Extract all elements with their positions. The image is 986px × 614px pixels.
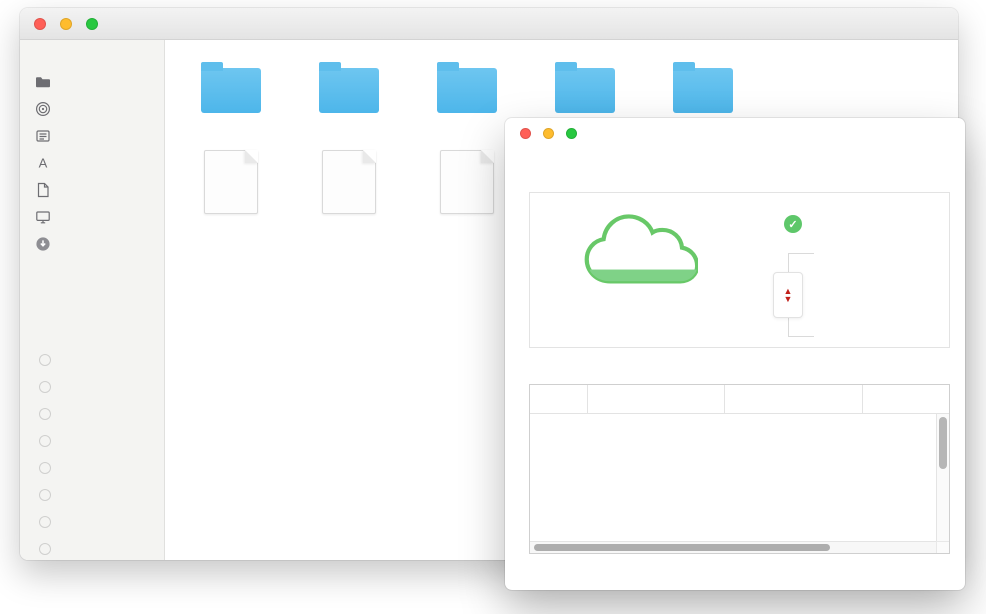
- overview-panel: ✓ ▲ ▼: [529, 192, 950, 348]
- activity-table-header: [530, 385, 949, 414]
- document-item[interactable]: [290, 148, 408, 223]
- folder-row: [166, 41, 958, 122]
- recents-icon: [34, 128, 52, 144]
- window-controls: [520, 128, 577, 139]
- document-decoration: [356, 170, 371, 192]
- folder-item[interactable]: [408, 57, 526, 122]
- sidebar-tag-item[interactable]: [20, 373, 164, 400]
- cloud-quota-icon: [580, 207, 698, 295]
- folder-icon: [555, 68, 615, 113]
- sidebar-section-shared: [20, 298, 164, 312]
- sidebar-tag-item[interactable]: [20, 481, 164, 508]
- svg-text:A: A: [39, 155, 48, 170]
- tag-color-dot: [39, 408, 51, 420]
- folder-item[interactable]: [526, 57, 644, 122]
- tag-color-dot: [39, 516, 51, 528]
- sidebar-item-downloads[interactable]: [20, 230, 164, 257]
- column-header-name: [724, 385, 862, 413]
- close-button[interactable]: [520, 128, 531, 139]
- column-header-action: [587, 385, 724, 413]
- sidebar-section-devices: [20, 269, 164, 283]
- sidebar-tag-item[interactable]: [20, 454, 164, 481]
- column-header-date: [862, 385, 949, 413]
- document-item[interactable]: [172, 148, 290, 223]
- folder-icon: [201, 68, 261, 113]
- finder-sidebar: A: [20, 40, 165, 560]
- vertical-scrollbar-thumb[interactable]: [939, 417, 947, 469]
- app-badge: [208, 169, 235, 193]
- airdrop-icon: [34, 101, 52, 117]
- app-badge: [326, 169, 353, 193]
- sidebar-tag-item[interactable]: [20, 508, 164, 535]
- check-icon: ✓: [784, 215, 802, 233]
- applications-icon: A: [34, 155, 52, 171]
- activity-table: [529, 384, 950, 554]
- folder-icon: [319, 68, 379, 113]
- folder-icon: [673, 68, 733, 113]
- tag-color-dot: [39, 462, 51, 474]
- documents-icon: [34, 182, 52, 198]
- device-sync-icon: ▲ ▼: [773, 272, 803, 318]
- sidebar-tag-item[interactable]: [20, 346, 164, 373]
- app-badge: [444, 169, 471, 193]
- zoom-button[interactable]: [566, 128, 577, 139]
- zoom-button[interactable]: [86, 18, 98, 30]
- minimize-button[interactable]: [60, 18, 72, 30]
- sidebar-tag-item[interactable]: [20, 400, 164, 427]
- document-icon: [204, 150, 258, 214]
- horizontal-scrollbar-thumb[interactable]: [534, 544, 830, 551]
- sidebar-section-tags: [20, 327, 164, 341]
- document-icon: [322, 150, 376, 214]
- tag-color-dot: [39, 354, 51, 366]
- sidebar-item-airdrop[interactable]: [20, 95, 164, 122]
- sidebar-item-documents[interactable]: [20, 176, 164, 203]
- sidebar-item-vboxx-sync[interactable]: [20, 68, 164, 95]
- sidebar-tag-item[interactable]: [20, 427, 164, 454]
- tag-list: [20, 346, 164, 560]
- folder-item[interactable]: [172, 57, 290, 122]
- document-decoration: [238, 170, 253, 192]
- device-connector: ▲ ▼: [788, 253, 814, 337]
- close-button[interactable]: [34, 18, 46, 30]
- desktop-icon: [34, 209, 52, 225]
- vboxx-sync-window: ✓ ▲ ▼: [505, 118, 965, 590]
- downloads-icon: [34, 236, 52, 252]
- minimize-button[interactable]: [543, 128, 554, 139]
- finder-titlebar[interactable]: [20, 8, 958, 40]
- document-icon: [440, 150, 494, 214]
- arrow-down-icon: ▼: [784, 295, 793, 303]
- tag-color-dot: [39, 489, 51, 501]
- folder-item[interactable]: [290, 57, 408, 122]
- scrollbar-corner: [936, 541, 949, 553]
- sidebar-item-applications[interactable]: A: [20, 149, 164, 176]
- vertical-scrollbar[interactable]: [936, 414, 949, 541]
- space-quota-block: [530, 193, 748, 347]
- folder-item[interactable]: [644, 57, 762, 122]
- window-controls: [34, 18, 98, 30]
- tag-color-dot: [39, 543, 51, 555]
- column-header-status: [530, 385, 587, 413]
- document-decoration: [474, 170, 489, 192]
- device-status-block: ✓ ▲ ▼: [748, 193, 820, 347]
- folder-icon: [437, 68, 497, 113]
- tag-color-dot: [39, 381, 51, 393]
- sidebar-tag-item[interactable]: [20, 535, 164, 560]
- tag-color-dot: [39, 435, 51, 447]
- sidebar-item-desktop[interactable]: [20, 203, 164, 230]
- sidebar-section-favorites: [20, 50, 164, 64]
- horizontal-scrollbar[interactable]: [530, 541, 936, 553]
- sidebar-item-recents[interactable]: [20, 122, 164, 149]
- folder-icon: [34, 74, 52, 90]
